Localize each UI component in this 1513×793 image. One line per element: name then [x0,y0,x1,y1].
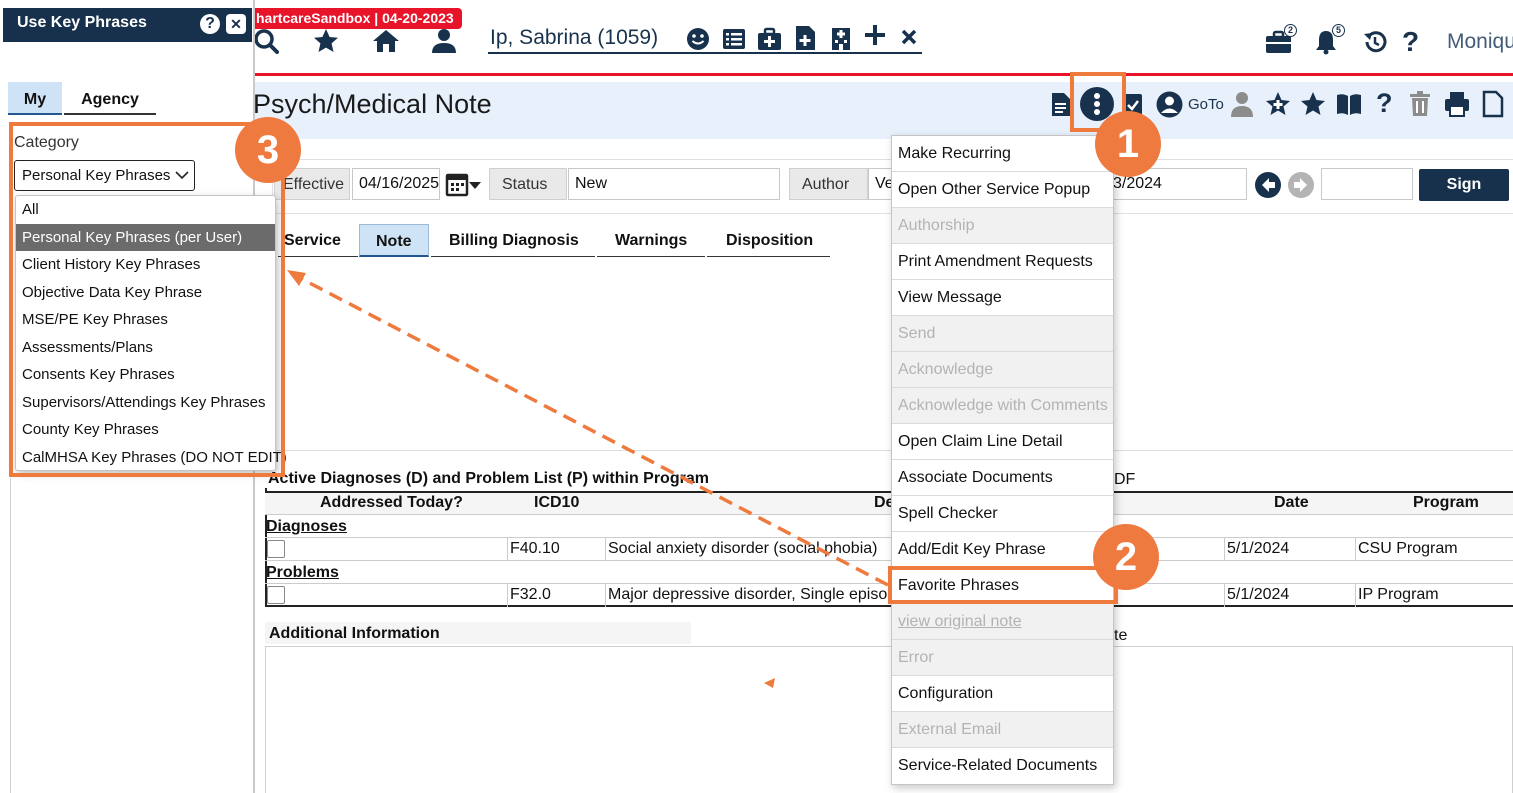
screen: { "top_bar": { "sandbox_banner": "hartca… [0,0,1513,793]
callout-3: 3 [235,117,301,183]
callout-1: 1 [1095,111,1161,177]
dashed-arrow [287,270,889,688]
callout-2: 2 [1093,524,1159,590]
